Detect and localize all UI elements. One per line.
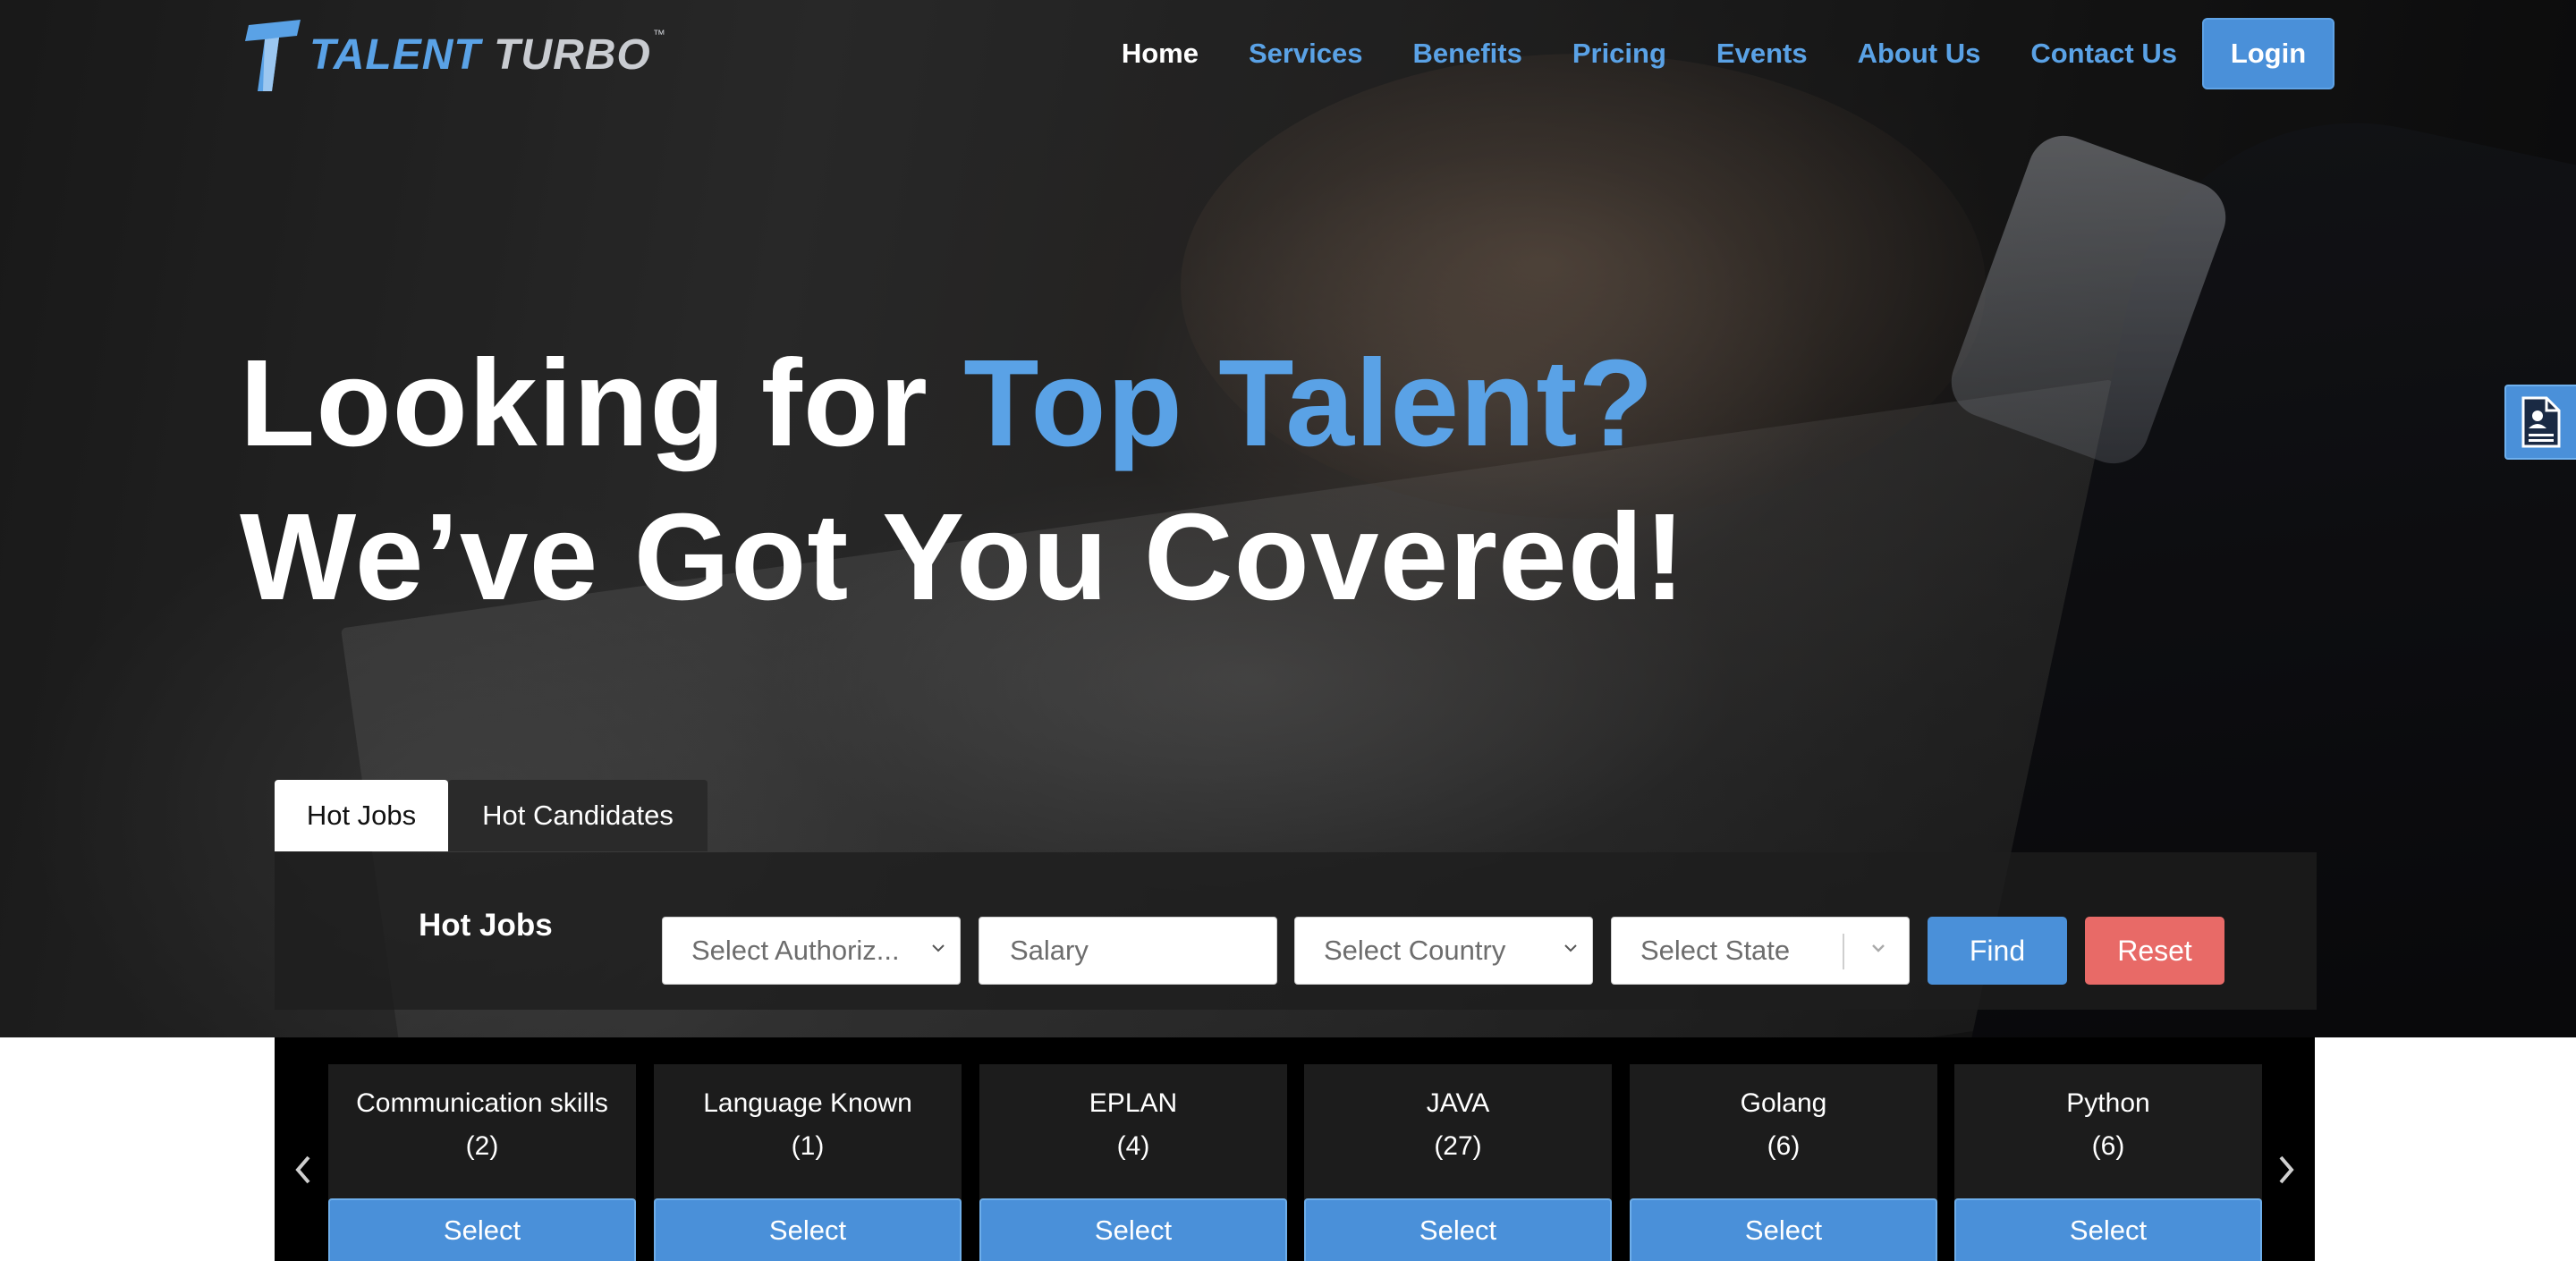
skill-count: (6) bbox=[2091, 1131, 2125, 1161]
main-nav: Home Services Benefits Pricing Events Ab… bbox=[1072, 18, 2334, 89]
skills-carousel: Communication skills (2) Select Language… bbox=[275, 1037, 2315, 1261]
skill-card: Python (6) Select bbox=[1954, 1064, 2262, 1261]
job-filter-bar: Hot Jobs Select Authoriz... Select Count… bbox=[275, 852, 2317, 1010]
country-select[interactable]: Select Country bbox=[1294, 917, 1593, 985]
authorization-select[interactable]: Select Authoriz... bbox=[662, 917, 961, 985]
logo-text: TALENT TURBO bbox=[309, 30, 651, 79]
country-select-value: Select Country bbox=[1324, 935, 1506, 966]
chevron-down-icon bbox=[932, 944, 945, 952]
logo-mark-icon bbox=[242, 16, 304, 93]
nav-home[interactable]: Home bbox=[1122, 38, 1199, 70]
skill-card: EPLAN (4) Select bbox=[979, 1064, 1287, 1261]
nav-contact-us[interactable]: Contact Us bbox=[2030, 38, 2177, 70]
skill-title: Language Known bbox=[703, 1088, 912, 1118]
hero-headline: Looking for Top Talent? We’ve Got You Co… bbox=[240, 326, 1686, 634]
filter-title: Hot Jobs bbox=[419, 908, 553, 943]
skill-card: JAVA (27) Select bbox=[1304, 1064, 1612, 1261]
nav-services[interactable]: Services bbox=[1249, 38, 1363, 70]
chevron-down-icon bbox=[1564, 944, 1577, 952]
find-button[interactable]: Find bbox=[1928, 917, 2067, 985]
skill-title: JAVA bbox=[1426, 1088, 1490, 1118]
nav-about-us[interactable]: About Us bbox=[1858, 38, 1981, 70]
skill-title: Golang bbox=[1740, 1088, 1827, 1118]
skill-count: (6) bbox=[1767, 1131, 1801, 1161]
salary-input[interactable] bbox=[1008, 934, 1276, 968]
skill-count: (27) bbox=[1434, 1131, 1482, 1161]
skill-count: (2) bbox=[465, 1131, 499, 1161]
skill-title: Communication skills bbox=[356, 1088, 608, 1118]
headline-line1-prefix: Looking for bbox=[240, 334, 964, 472]
skill-select-button[interactable]: Select bbox=[1630, 1198, 1937, 1261]
skill-select-button[interactable]: Select bbox=[979, 1198, 1287, 1261]
skill-count: (4) bbox=[1116, 1131, 1150, 1161]
skill-card: Communication skills (2) Select bbox=[328, 1064, 636, 1261]
resume-widget-button[interactable] bbox=[2504, 385, 2576, 460]
jobs-tabs: Hot Jobs Hot Candidates bbox=[275, 780, 708, 851]
chevron-right-icon[interactable] bbox=[2268, 1147, 2304, 1193]
logo-trademark: ™ bbox=[652, 27, 665, 41]
skill-select-button[interactable]: Select bbox=[1304, 1198, 1612, 1261]
tab-hot-jobs[interactable]: Hot Jobs bbox=[275, 780, 448, 851]
skill-select-button[interactable]: Select bbox=[654, 1198, 962, 1261]
chevron-left-icon[interactable] bbox=[285, 1147, 321, 1193]
state-select-value: Select State bbox=[1640, 935, 1791, 966]
headline-line2: We’ve Got You Covered! bbox=[240, 488, 1687, 626]
skill-count: (1) bbox=[791, 1131, 825, 1161]
reset-button[interactable]: Reset bbox=[2085, 917, 2224, 985]
nav-events[interactable]: Events bbox=[1716, 38, 1808, 70]
login-button[interactable]: Login bbox=[2202, 18, 2334, 89]
site-logo[interactable]: TALENT TURBO ™ bbox=[242, 14, 665, 95]
chevron-down-icon bbox=[1872, 944, 1885, 952]
tab-hot-candidates[interactable]: Hot Candidates bbox=[448, 780, 708, 851]
salary-field[interactable] bbox=[979, 917, 1277, 985]
skill-card: Golang (6) Select bbox=[1630, 1064, 1937, 1261]
state-select[interactable]: Select State bbox=[1611, 917, 1910, 985]
state-select-divider bbox=[1843, 934, 1844, 969]
nav-pricing[interactable]: Pricing bbox=[1572, 38, 1666, 70]
skill-title: Python bbox=[2066, 1088, 2150, 1118]
skill-select-button[interactable]: Select bbox=[1954, 1198, 2262, 1261]
skill-select-button[interactable]: Select bbox=[328, 1198, 636, 1261]
authorization-select-value: Select Authoriz... bbox=[691, 935, 900, 966]
nav-benefits[interactable]: Benefits bbox=[1413, 38, 1522, 70]
skill-title: EPLAN bbox=[1089, 1088, 1178, 1118]
headline-line1-accent: Top Talent? bbox=[963, 334, 1655, 472]
document-icon bbox=[2521, 396, 2561, 448]
skill-card: Language Known (1) Select bbox=[654, 1064, 962, 1261]
